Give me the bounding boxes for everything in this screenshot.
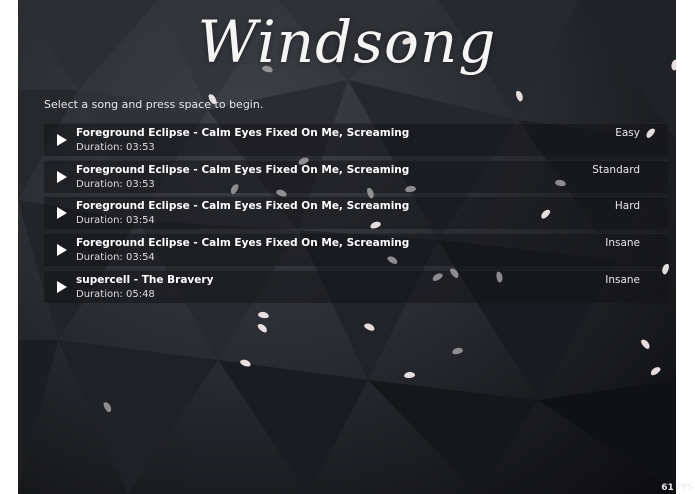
fps-counter: 61 FPS <box>661 483 693 493</box>
song-title: Foreground Eclipse - Calm Eyes Fixed On … <box>76 163 410 176</box>
song-row-5[interactable]: supercell - The Bravery Duration: 05:48 … <box>44 269 668 303</box>
song-title: supercell - The Bravery <box>76 273 214 286</box>
song-difficulty: Easy <box>615 127 640 139</box>
song-row-2[interactable]: Foreground Eclipse - Calm Eyes Fixed On … <box>44 159 668 193</box>
song-duration: Duration: 03:53 <box>76 142 155 153</box>
start-prompt: Select a song and press space to begin. <box>44 98 264 111</box>
song-duration: Duration: 03:54 <box>76 215 155 227</box>
song-difficulty: Hard <box>614 200 640 213</box>
song-row-1[interactable]: Foreground Eclipse - Calm Eyes Fixed On … <box>44 123 668 156</box>
play-icon[interactable] <box>57 134 67 146</box>
song-list: Foreground Eclipse - Calm Eyes Fixed On … <box>44 123 668 306</box>
play-icon[interactable] <box>57 280 67 293</box>
song-difficulty: Insane <box>605 273 640 286</box>
play-icon[interactable] <box>57 170 67 183</box>
song-difficulty: Insane <box>605 237 640 250</box>
song-difficulty: Standard <box>592 163 640 176</box>
fps-value: 61 <box>661 483 674 493</box>
play-icon[interactable] <box>57 244 67 257</box>
song-row-4[interactable]: Foreground Eclipse - Calm Eyes Fixed On … <box>44 233 668 267</box>
song-title: Foreground Eclipse - Calm Eyes Fixed On … <box>76 237 410 250</box>
play-icon[interactable] <box>57 207 67 220</box>
song-duration: Duration: 03:53 <box>76 178 155 190</box>
song-row-3[interactable]: Foreground Eclipse - Calm Eyes Fixed On … <box>44 196 668 230</box>
song-title: Foreground Eclipse - Calm Eyes Fixed On … <box>76 200 410 213</box>
fps-label: FPS <box>676 483 693 493</box>
song-duration: Duration: 05:48 <box>76 288 155 300</box>
song-duration: Duration: 03:54 <box>76 252 155 264</box>
song-title: Foreground Eclipse - Calm Eyes Fixed On … <box>76 127 410 139</box>
game-canvas: Windsong Select a song and press space t… <box>18 0 676 494</box>
game-logo: Windsong <box>197 8 497 76</box>
